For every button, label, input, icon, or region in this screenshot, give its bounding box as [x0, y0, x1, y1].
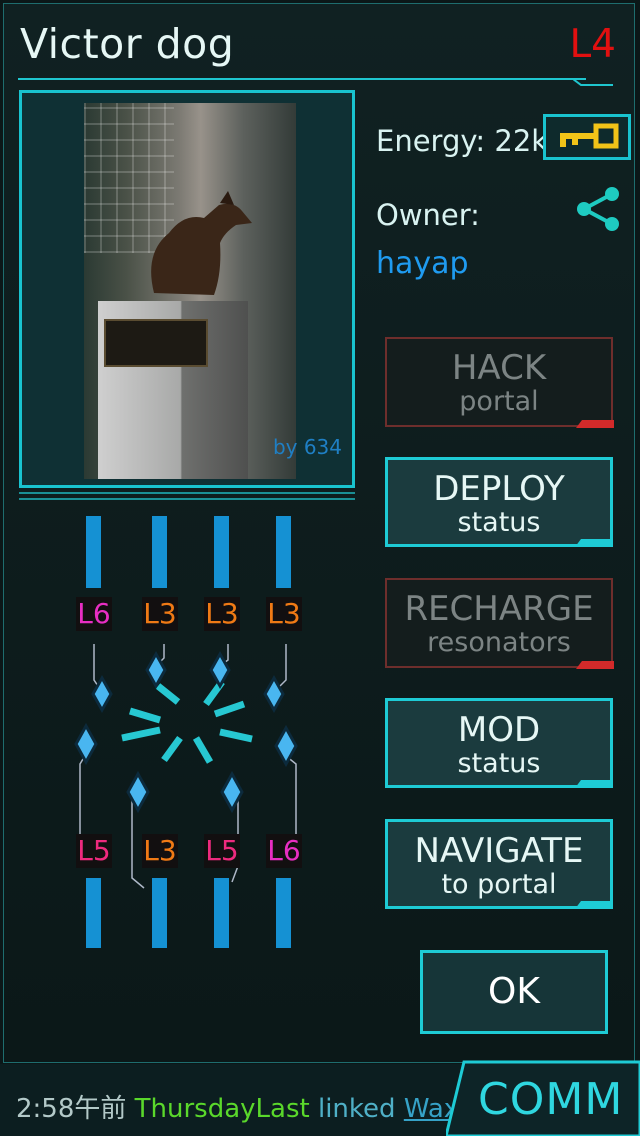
resonator-level: L5: [204, 834, 240, 868]
comm-tab-label[interactable]: COMM: [478, 1074, 623, 1125]
owner-label: Owner:: [376, 198, 480, 232]
resonator-level: L3: [204, 597, 240, 631]
resonator-energy-bar: [214, 878, 229, 948]
key-button[interactable]: [543, 114, 631, 160]
resonator-level: L3: [142, 834, 178, 868]
resonator-energy-bar: [276, 878, 291, 948]
mod-button-label: MOD: [457, 710, 541, 750]
navigate-button-sublabel: to portal: [441, 869, 557, 900]
ok-button[interactable]: OK: [420, 950, 608, 1034]
hack-button[interactable]: HACK portal: [385, 337, 614, 428]
hack-button-sublabel: portal: [459, 386, 539, 417]
photo-underline: [19, 498, 355, 500]
portal-photo-frame[interactable]: by 634: [19, 90, 355, 488]
portal-title: Victor dog: [20, 20, 235, 68]
resonator-energy-bar: [86, 878, 101, 948]
comm-agent-name[interactable]: ThursdayLast: [135, 1094, 310, 1124]
recharge-button[interactable]: RECHARGE resonators: [385, 578, 614, 669]
dog-statue-image: [151, 191, 252, 295]
navigate-button-label: NAVIGATE: [414, 831, 584, 871]
mod-button[interactable]: MOD status: [385, 698, 613, 788]
plaque-image: [104, 319, 208, 367]
resonator-energy-bar: [152, 878, 167, 948]
resonator-level: L5: [76, 834, 112, 868]
recharge-button-sublabel: resonators: [427, 627, 571, 658]
comm-message[interactable]: 2:58午前 ThursdayLast linked Waxnai: [16, 1088, 499, 1125]
owner-name[interactable]: hayap: [376, 246, 469, 281]
share-icon[interactable]: [574, 186, 622, 232]
comm-time: 2:58午前: [16, 1094, 127, 1124]
portal-level: L4: [569, 22, 616, 67]
deploy-button[interactable]: DEPLOY status: [385, 457, 613, 547]
comm-action: linked: [317, 1094, 396, 1124]
resonator-energy-bar: [152, 516, 167, 588]
resonator-energy-bar: [276, 516, 291, 588]
deploy-button-label: DEPLOY: [433, 469, 565, 509]
button-corner-accent: [576, 661, 614, 669]
navigate-button[interactable]: NAVIGATE to portal: [385, 819, 613, 909]
button-corner-accent: [575, 780, 613, 788]
hack-button-label: HACK: [451, 348, 547, 388]
deploy-button-sublabel: status: [457, 507, 541, 538]
button-corner-accent: [576, 420, 614, 428]
photo-credit[interactable]: by 634: [273, 435, 342, 459]
resonator-level: L6: [76, 597, 112, 631]
title-divider: [18, 78, 586, 80]
mod-button-sublabel: status: [457, 748, 541, 779]
key-icon: [560, 123, 619, 149]
portal-photo[interactable]: [84, 103, 296, 479]
resonator-level: L3: [142, 597, 178, 631]
resonator-level: L6: [266, 834, 302, 868]
resonator-level: L3: [266, 597, 302, 631]
button-corner-accent: [575, 539, 613, 547]
resonator-energy-bar: [86, 516, 101, 588]
energy-readout: Energy: 22k: [376, 124, 549, 158]
recharge-button-label: RECHARGE: [404, 589, 594, 629]
title-divider-tail: [573, 78, 613, 86]
button-corner-accent: [575, 901, 613, 909]
resonator-energy-bar: [214, 516, 229, 588]
photo-underline: [19, 492, 355, 494]
